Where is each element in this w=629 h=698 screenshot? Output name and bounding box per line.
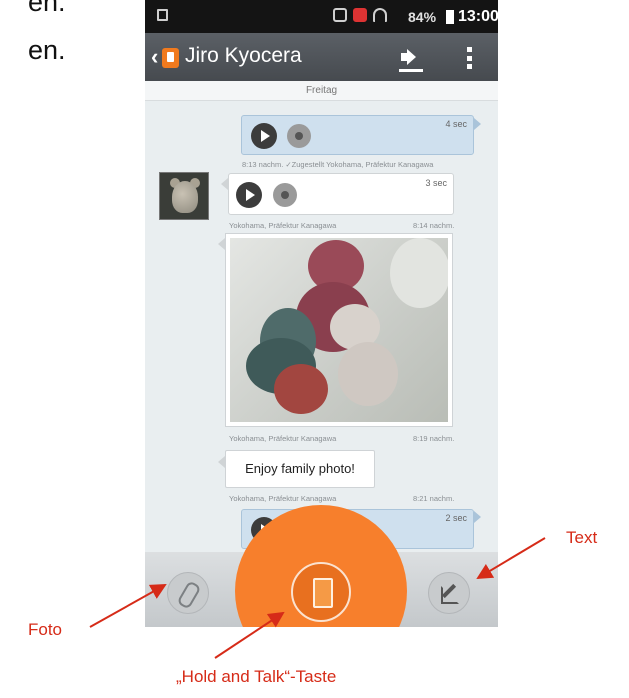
hold-and-talk-button[interactable] — [291, 562, 351, 622]
teddy-bear-photo[interactable] — [230, 238, 448, 422]
back-chevron-icon[interactable]: ‹ — [151, 44, 158, 70]
photo-message[interactable] — [225, 233, 453, 427]
message-time: 8:14 nachm. — [413, 221, 455, 230]
status-bar: 84% 13:00 — [145, 0, 498, 33]
slide-text-line-1: en. — [28, 0, 66, 17]
play-icon[interactable] — [251, 123, 277, 149]
voice-duration: 3 sec — [425, 178, 447, 188]
action-bar: ‹ Jiro Kyocera — [145, 33, 498, 81]
text-message[interactable]: Enjoy family photo! — [225, 450, 375, 488]
message-time: 8:21 nachm. — [413, 494, 455, 503]
overflow-menu-icon[interactable] — [467, 47, 473, 69]
notification-icon — [157, 9, 168, 21]
annotation-hold-and-talk: „Hold and Talk“-Taste — [176, 667, 337, 686]
stop-icon[interactable] — [273, 183, 297, 207]
date-header: Freitag — [145, 81, 498, 101]
voice-message-sent[interactable]: 4 sec — [241, 115, 474, 155]
phone-screenshot: 84% 13:00 ‹ Jiro Kyocera Freitag 4 sec 8… — [145, 0, 498, 627]
contact-name: Jiro Kyocera — [185, 44, 302, 67]
voice-duration: 4 sec — [445, 119, 467, 129]
slide-text-line-2: en. — [28, 35, 66, 65]
message-location: Yokohama, Präfektur Kanagawa — [229, 494, 337, 503]
annotation-text: Text — [566, 528, 598, 547]
compose-text-button[interactable] — [428, 572, 470, 614]
battery-percent: 84% — [408, 9, 437, 25]
attach-photo-button[interactable] — [167, 572, 209, 614]
message-meta: 8:13 nachm. ✓Zugestellt Yokohama, Präfek… — [242, 160, 434, 169]
wifi-icon — [373, 8, 387, 22]
annotation-foto: Foto — [28, 620, 63, 639]
battery-icon — [446, 10, 454, 24]
voice-message-received[interactable]: 3 sec — [228, 173, 454, 215]
sync-icon — [333, 8, 347, 22]
message-location: Yokohama, Präfektur Kanagawa — [229, 221, 337, 230]
contact-avatar[interactable] — [159, 172, 209, 220]
app-logo-icon[interactable] — [162, 48, 179, 68]
voice-duration: 2 sec — [445, 513, 467, 523]
clock: 13:00 — [458, 8, 498, 25]
blocked-icon — [353, 8, 367, 22]
message-location: Yokohama, Präfektur Kanagawa — [229, 434, 337, 443]
stop-icon[interactable] — [287, 124, 311, 148]
speaker-icon[interactable] — [399, 47, 423, 72]
play-icon[interactable] — [236, 182, 262, 208]
message-time: 8:19 nachm. — [413, 434, 455, 443]
